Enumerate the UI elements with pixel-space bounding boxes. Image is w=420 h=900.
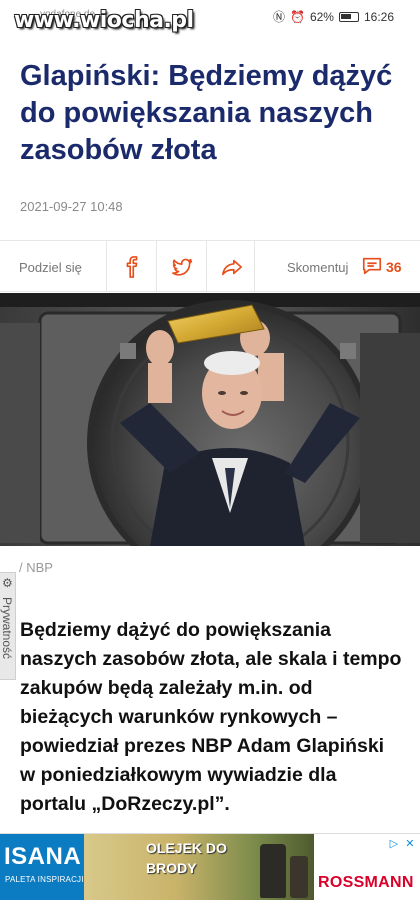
share-arrow-icon	[221, 259, 242, 275]
ad-product-block: OLEJEK DO BRODY	[84, 834, 314, 900]
ad-brand-name: ISANA	[4, 843, 82, 870]
nfc-icon: Ⓝ	[272, 10, 285, 24]
ad-brand-sub: PALETA INSPIRACJI	[5, 875, 84, 884]
ad-choices[interactable]: ▷ ✕	[386, 836, 418, 850]
share-bar: Podziel się Skomentuj 36	[0, 240, 420, 292]
clock: 16:26	[363, 9, 394, 24]
ad-product-name: OLEJEK DO BRODY	[146, 840, 227, 876]
privacy-label: Prywatność	[0, 597, 14, 660]
gear-icon: ⚙	[2, 576, 13, 590]
ad-banner[interactable]: ISANA PALETA INSPIRACJI OLEJEK DO BRODY …	[0, 833, 420, 900]
battery-icon	[338, 11, 359, 22]
ad-info-icon[interactable]: ▷	[390, 837, 398, 850]
comment-count: 36	[386, 259, 402, 275]
status-icons: Ⓝ ⏰ 62% 16:26	[273, 8, 394, 25]
battery-percent: 62%	[309, 9, 334, 24]
watermark: www.wiocha.pl	[14, 8, 194, 33]
ad-retailer-block: ▷ ✕ ROSSMANN	[314, 834, 420, 900]
twitter-icon	[171, 258, 192, 276]
alarm-icon: ⏰	[289, 9, 305, 24]
article-lead: Będziemy dążyć do powiększania naszych z…	[20, 619, 402, 815]
ad-close-icon[interactable]: ✕	[405, 837, 414, 850]
comment-bubble-icon	[362, 257, 382, 275]
ad-brand-block: ISANA PALETA INSPIRACJI	[0, 834, 84, 900]
product-bottle-image-2	[290, 856, 308, 898]
comment-label: Skomentuj	[287, 260, 349, 275]
product-bottle-image	[260, 844, 286, 898]
article-photo	[0, 293, 420, 546]
comment-button[interactable]: Skomentuj 36	[254, 241, 420, 292]
share-label: Podziel się	[19, 260, 82, 275]
article-date: 2021-09-27 10:48	[20, 199, 123, 214]
status-bar: vodafone.de www.wiocha.pl Ⓝ ⏰ 62% 16:26	[0, 0, 420, 33]
article-headline: Glapiński: Będziemy dążyć do powiększani…	[20, 60, 393, 166]
ad-retailer-name: ROSSMANN	[318, 874, 414, 891]
forward-share-button[interactable]	[206, 241, 256, 292]
privacy-settings-tab[interactable]: ⚙ Prywatność	[0, 572, 16, 680]
facebook-icon	[126, 255, 137, 278]
facebook-share-button[interactable]	[106, 241, 156, 292]
twitter-share-button[interactable]	[156, 241, 206, 292]
photo-caption: / NBP	[19, 560, 53, 575]
